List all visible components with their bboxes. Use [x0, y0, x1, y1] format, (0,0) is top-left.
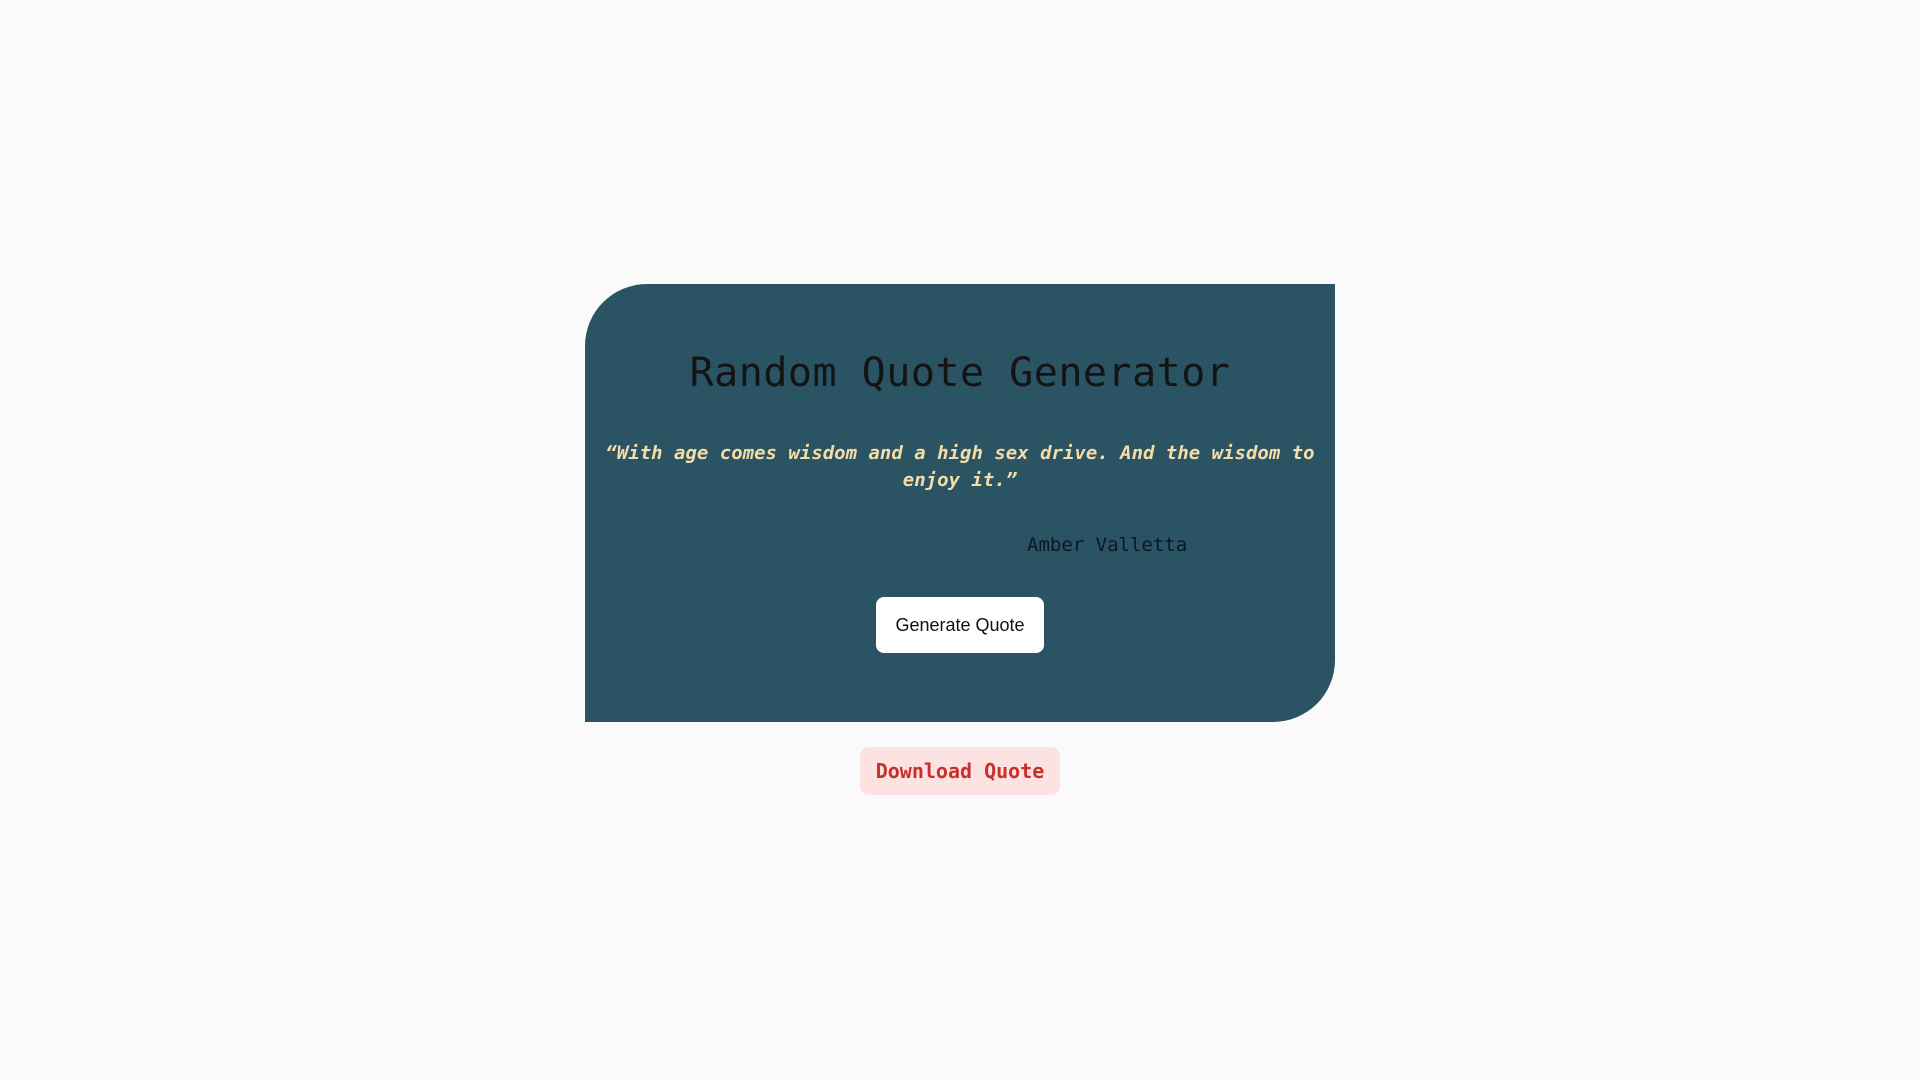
quote-author: Amber Valletta	[1027, 534, 1188, 556]
generate-quote-button[interactable]: Generate Quote	[876, 597, 1044, 653]
page-title: Random Quote Generator	[689, 350, 1231, 396]
quote-text: “With age comes wisdom and a high sex dr…	[605, 442, 1315, 491]
quote-card: Random Quote Generator “With age comes w…	[585, 284, 1335, 722]
page: Random Quote Generator “With age comes w…	[0, 0, 1920, 1080]
download-quote-button[interactable]: Download Quote	[860, 747, 1060, 795]
